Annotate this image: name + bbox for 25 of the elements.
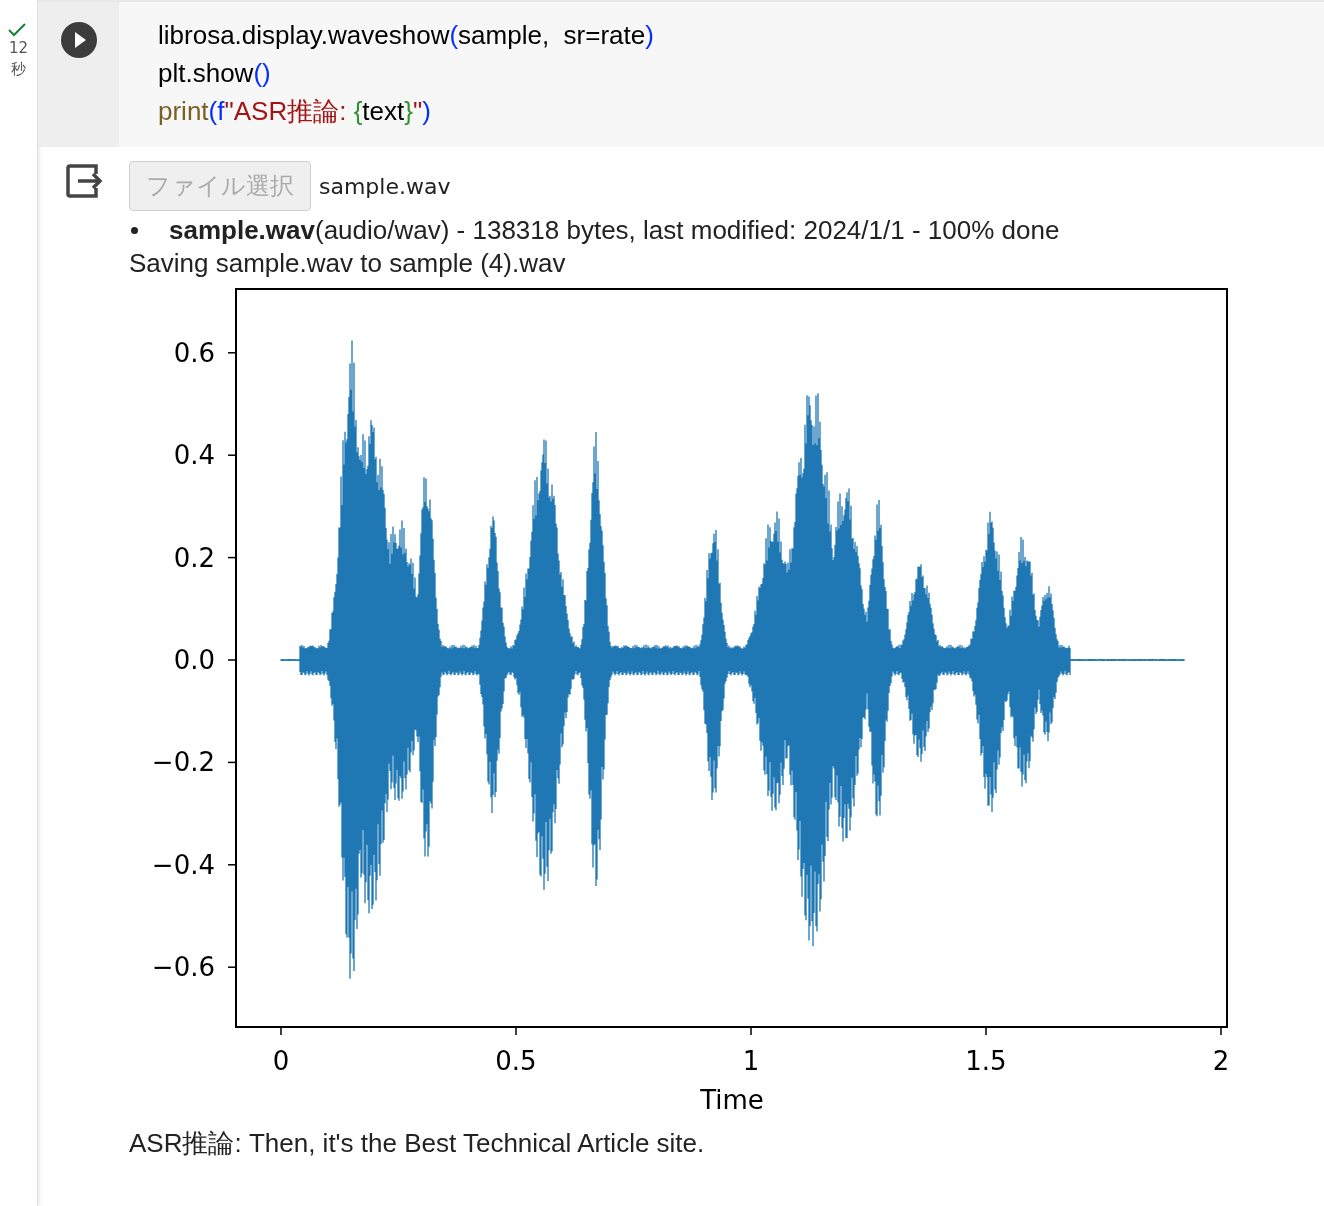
x-tick-label: 0.5 [495, 1046, 537, 1076]
y-tick-label: 0.6 [173, 337, 215, 368]
file-name: sample.wav [319, 173, 451, 199]
run-duration: 12 [8, 38, 29, 59]
x-tick-label: 0 [272, 1046, 290, 1076]
x-tick-label: 1.5 [965, 1046, 1007, 1076]
duration-unit: 秒 [11, 59, 26, 80]
y-tick-label: 0.0 [173, 645, 215, 675]
y-tick-label: −0.4 [151, 849, 215, 880]
y-tick-label: 0.2 [173, 542, 215, 573]
code-line: librosa.display.waveshow(sample, sr=rate) [158, 19, 654, 52]
code-line: plt.show() [158, 57, 272, 90]
saving-message: Saving sample.wav to sample (4).wav [129, 247, 567, 280]
y-tick-label: −0.6 [151, 952, 215, 983]
x-axis-label: Time [700, 1085, 764, 1115]
asr-result: ASR推論: Then, it's the Best Technical Article site. [129, 1127, 706, 1160]
y-tick-label: −0.2 [151, 747, 215, 778]
x-tick-label: 1 [742, 1046, 760, 1076]
output-icon [64, 163, 103, 199]
code-line: print(f"ASR推論: {text}") [158, 95, 432, 128]
bullet-icon [131, 227, 138, 234]
run-button[interactable] [60, 22, 97, 58]
y-tick-label: 0.4 [173, 440, 215, 471]
upload-status: sample.wav(audio/wav) - 138318 bytes, last modified: 2024/1/1 - 100% done [169, 215, 1060, 246]
x-tick-label: 2 [1212, 1046, 1230, 1076]
